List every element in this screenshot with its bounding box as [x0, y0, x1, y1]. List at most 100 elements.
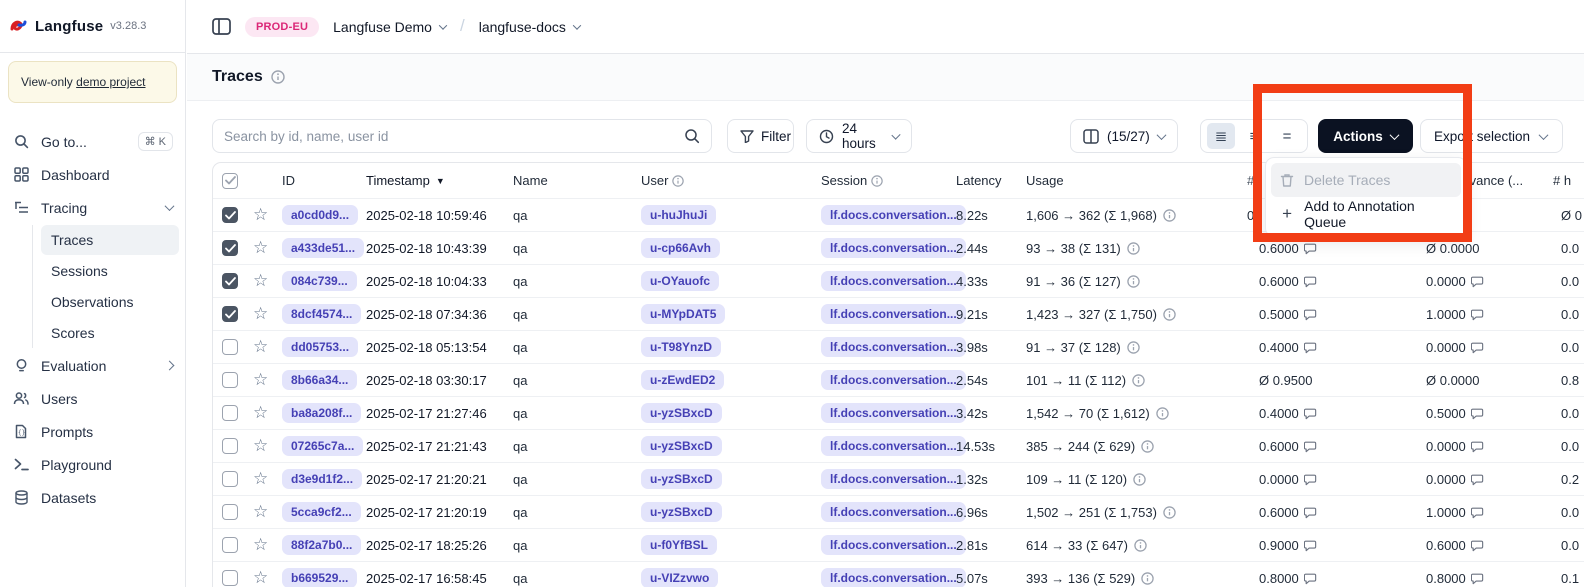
trace-id-badge[interactable]: 5cca9cf2...: [282, 502, 361, 522]
comment-icon[interactable]: [1304, 539, 1317, 552]
column-selector-button[interactable]: (15/27): [1070, 119, 1178, 153]
user-id-badge[interactable]: u-OYauofc: [641, 271, 719, 291]
bookmark-star-icon[interactable]: ☆: [253, 403, 282, 423]
row-height-medium-button[interactable]: ≡: [1240, 123, 1268, 149]
row-checkbox[interactable]: [222, 306, 238, 322]
comment-icon[interactable]: [1471, 506, 1484, 519]
header-session[interactable]: Session: [821, 173, 956, 188]
org-switcher[interactable]: Langfuse Demo: [333, 19, 446, 35]
bookmark-star-icon[interactable]: ☆: [253, 271, 282, 291]
sidebar-item-sessions[interactable]: Sessions: [41, 256, 179, 286]
bookmark-star-icon[interactable]: ☆: [253, 238, 282, 258]
trace-id-badge[interactable]: 8dcf4574...: [282, 304, 361, 324]
demo-project-link[interactable]: demo project: [76, 75, 145, 89]
table-row[interactable]: ☆5cca9cf2...2025-02-17 21:20:19qau-yzSBx…: [213, 496, 1584, 529]
comment-icon[interactable]: [1471, 539, 1484, 552]
row-checkbox[interactable]: [222, 273, 238, 289]
user-id-badge[interactable]: u-f0YfBSL: [641, 535, 717, 555]
row-height-compact-button[interactable]: ≣: [1207, 123, 1235, 149]
comment-icon[interactable]: [1304, 440, 1317, 453]
session-id-badge[interactable]: lf.docs.conversation...: [821, 469, 966, 489]
trace-id-badge[interactable]: a0cd0d9...: [282, 205, 358, 225]
session-id-badge[interactable]: lf.docs.conversation...: [821, 238, 966, 258]
info-icon[interactable]: [1133, 473, 1146, 486]
comment-icon[interactable]: [1471, 407, 1484, 420]
sidebar-toggle-icon[interactable]: [212, 18, 231, 35]
header-latency[interactable]: Latency: [956, 173, 1026, 188]
comment-icon[interactable]: [1304, 341, 1317, 354]
header-id[interactable]: ID: [282, 173, 366, 188]
comment-icon[interactable]: [1304, 572, 1317, 585]
comment-icon[interactable]: [1304, 275, 1317, 288]
row-checkbox[interactable]: [222, 405, 238, 421]
header-timestamp[interactable]: Timestamp▼: [366, 173, 513, 188]
sidebar-item-traces[interactable]: Traces: [41, 225, 179, 255]
sidebar-item-tracing[interactable]: Tracing: [0, 191, 185, 224]
user-id-badge[interactable]: u-zEwdED2: [641, 370, 724, 390]
user-id-badge[interactable]: u-T98YnzD: [641, 337, 721, 357]
info-icon[interactable]: [1156, 407, 1169, 420]
bookmark-star-icon[interactable]: ☆: [253, 304, 282, 324]
info-icon[interactable]: [1163, 506, 1176, 519]
select-all-checkbox[interactable]: [222, 173, 238, 189]
bookmark-star-icon[interactable]: ☆: [253, 568, 282, 587]
row-checkbox[interactable]: [222, 537, 238, 553]
comment-icon[interactable]: [1471, 341, 1484, 354]
bookmark-star-icon[interactable]: ☆: [253, 205, 282, 225]
user-id-badge[interactable]: u-yzSBxcD: [641, 436, 722, 456]
menu-item-delete-traces[interactable]: Delete Traces: [1271, 163, 1461, 197]
info-icon[interactable]: [1132, 374, 1145, 387]
search-icon[interactable]: [684, 128, 700, 144]
header-name[interactable]: Name: [513, 173, 641, 188]
info-icon[interactable]: [1163, 209, 1176, 222]
user-id-badge[interactable]: u-VIZzvwo: [641, 568, 718, 587]
info-icon[interactable]: [1134, 539, 1147, 552]
sidebar-item-prompts[interactable]: {} Prompts: [0, 415, 185, 448]
comment-icon[interactable]: [1304, 308, 1317, 321]
trace-id-badge[interactable]: d3e9d1f2...: [282, 469, 362, 489]
trace-id-badge[interactable]: dd05753...: [282, 337, 358, 357]
info-icon[interactable]: [271, 70, 285, 84]
row-checkbox[interactable]: [222, 570, 238, 586]
session-id-badge[interactable]: lf.docs.conversation...: [821, 436, 966, 456]
header-user[interactable]: User: [641, 173, 821, 188]
row-checkbox[interactable]: [222, 339, 238, 355]
session-id-badge[interactable]: lf.docs.conversation...: [821, 502, 966, 522]
table-row[interactable]: ☆dd05753...2025-02-18 05:13:54qau-T98Ynz…: [213, 331, 1584, 364]
info-icon[interactable]: [1163, 308, 1176, 321]
session-id-badge[interactable]: lf.docs.conversation...: [821, 205, 966, 225]
session-id-badge[interactable]: lf.docs.conversation...: [821, 271, 966, 291]
filter-button[interactable]: Filter: [727, 119, 794, 153]
trace-id-badge[interactable]: b669529...: [282, 568, 357, 587]
trace-id-badge[interactable]: a433de51...: [282, 238, 364, 258]
user-id-badge[interactable]: u-yzSBxcD: [641, 469, 722, 489]
sidebar-item-scores[interactable]: Scores: [41, 318, 179, 348]
session-id-badge[interactable]: lf.docs.conversation...: [821, 535, 966, 555]
table-row[interactable]: ☆b669529...2025-02-17 16:58:45qau-VIZzvw…: [213, 562, 1584, 587]
trace-id-badge[interactable]: 07265c7a...: [282, 436, 363, 456]
comment-icon[interactable]: [1471, 572, 1484, 585]
bookmark-star-icon[interactable]: ☆: [253, 469, 282, 489]
user-id-badge[interactable]: u-yzSBxcD: [641, 502, 722, 522]
comment-icon[interactable]: [1304, 473, 1317, 486]
trace-id-badge[interactable]: 8b66a34...: [282, 370, 357, 390]
user-id-badge[interactable]: u-cp66Avh: [641, 238, 720, 258]
table-row[interactable]: ☆8b66a34...2025-02-18 03:30:17qau-zEwdED…: [213, 364, 1584, 397]
info-icon[interactable]: [1141, 440, 1154, 453]
user-id-badge[interactable]: u-yzSBxcD: [641, 403, 722, 423]
sidebar-item-users[interactable]: Users: [0, 382, 185, 415]
user-id-badge[interactable]: u-MYpDAT5: [641, 304, 725, 324]
bookmark-star-icon[interactable]: ☆: [253, 502, 282, 522]
header-score-clipped[interactable]: # h: [1553, 173, 1584, 188]
trace-id-badge[interactable]: ba8a208f...: [282, 403, 361, 423]
info-icon[interactable]: [1127, 242, 1140, 255]
row-checkbox[interactable]: [222, 471, 238, 487]
row-checkbox[interactable]: [222, 207, 238, 223]
row-checkbox[interactable]: [222, 504, 238, 520]
table-row[interactable]: ☆88f2a7b0...2025-02-17 18:25:26qau-f0YfB…: [213, 529, 1584, 562]
table-row[interactable]: ☆084c739...2025-02-18 10:04:33qau-OYauof…: [213, 265, 1584, 298]
trace-id-badge[interactable]: 084c739...: [282, 271, 357, 291]
comment-icon[interactable]: [1471, 308, 1484, 321]
search-input[interactable]: Search by id, name, user id: [212, 119, 712, 153]
actions-button[interactable]: Actions: [1318, 119, 1413, 153]
